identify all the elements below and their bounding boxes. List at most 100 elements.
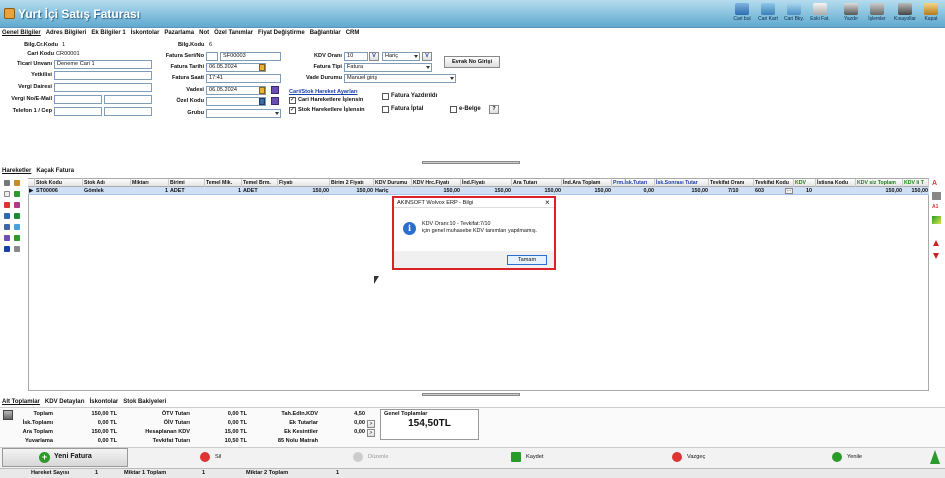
column-header[interactable]: İstisna Kodu: [816, 179, 856, 187]
column-header[interactable]: Prm.İsk.Tutarı: [612, 179, 655, 187]
tab-baglantilar[interactable]: Bağlantılar: [310, 30, 341, 36]
grid-cell[interactable]: 150,00: [330, 187, 374, 195]
transfer-icon[interactable]: [4, 224, 10, 230]
ozel-kodu-list-icon[interactable]: [271, 97, 279, 105]
toolbar-kisayollar-button[interactable]: Kısayollar: [892, 1, 918, 27]
kdv-orani-input[interactable]: 10: [344, 52, 368, 61]
tab-crm[interactable]: CRM: [346, 30, 360, 36]
stock-search-icon[interactable]: [14, 180, 20, 186]
font-size-icon[interactable]: A1: [932, 204, 941, 212]
column-header[interactable]: KDV: [794, 179, 816, 187]
barcode-icon[interactable]: [14, 224, 20, 230]
column-header[interactable]: Miktarı: [131, 179, 169, 187]
tab-alt-toplamlar[interactable]: Alt Toplamlar: [2, 399, 40, 405]
evrak-no-button[interactable]: Evrak No Girişi: [444, 56, 500, 68]
stok-hareket-checkbox[interactable]: ✓: [289, 107, 296, 114]
grid-cell[interactable]: 150,00: [903, 187, 929, 195]
edit-row-icon[interactable]: [14, 202, 20, 208]
yenile-button[interactable]: Yenile: [832, 449, 882, 466]
ek-kesintiler-button[interactable]: >: [367, 429, 375, 437]
tab-bottom-iskontolar[interactable]: İskontolar: [90, 399, 119, 405]
list-icon[interactable]: [14, 246, 20, 252]
fatura-tarihi-input[interactable]: 06.05.2024: [206, 63, 266, 72]
duzenle-button[interactable]: Düzenle: [353, 449, 403, 466]
column-header[interactable]: Tevkifat Kodu: [754, 179, 794, 187]
chart-icon[interactable]: [932, 216, 941, 224]
toolbar-kapat-button[interactable]: Kapat: [918, 1, 944, 27]
arrow-up-icon[interactable]: [930, 450, 940, 464]
column-header[interactable]: KDV Hrc.Fiyatı: [412, 179, 461, 187]
column-header[interactable]: KDV siz Toplam: [856, 179, 903, 187]
calendar-icon[interactable]: [259, 87, 265, 94]
column-header[interactable]: Birim 2 Fiyatı: [330, 179, 374, 187]
email-input[interactable]: [104, 95, 152, 104]
grid-cell[interactable]: 10: [806, 187, 816, 195]
tab-ek-bilgiler-1[interactable]: Ek Bilgiler 1: [91, 30, 125, 36]
serial-icon[interactable]: [4, 235, 10, 241]
kdv-orani-v-button[interactable]: V: [369, 52, 379, 61]
cari-hareket-checkbox[interactable]: ✓: [289, 97, 296, 104]
move-up-icon[interactable]: [933, 240, 939, 246]
move-down-icon[interactable]: [933, 253, 939, 259]
splitter-handle[interactable]: [422, 393, 520, 396]
grid-cell[interactable]: 150,00: [412, 187, 461, 195]
tab-ozel-tanimlar[interactable]: Özel Tanımlar: [214, 30, 253, 36]
column-header[interactable]: İnd.Ara Toplam: [562, 179, 612, 187]
tab-adres-bilgileri[interactable]: Adres Bilgileri: [46, 30, 87, 36]
column-header[interactable]: Fiyatı: [278, 179, 330, 187]
column-header[interactable]: Birimi: [169, 179, 205, 187]
dialog-ok-button[interactable]: Tamam: [507, 255, 547, 265]
merge-icon[interactable]: [4, 246, 10, 252]
splitter-handle[interactable]: [422, 161, 520, 164]
column-header[interactable]: İsk.Sonrası Tutar: [655, 179, 709, 187]
ticari-unvan-input[interactable]: Deneme Cari 1: [54, 60, 152, 69]
ek-tutarlar-button[interactable]: >: [367, 420, 375, 428]
fatura-no-input[interactable]: SF00003: [220, 52, 281, 61]
toolbar-cari-kart-button[interactable]: Cari Kart: [755, 1, 781, 27]
telefon-input[interactable]: [54, 107, 102, 116]
column-header[interactable]: İnd.Fiyatı: [461, 179, 512, 187]
grid-cell[interactable]: 150,00: [461, 187, 512, 195]
toolbar-eski-fat-button[interactable]: Eski Fat.: [807, 1, 833, 27]
settings-icon[interactable]: [4, 180, 10, 186]
filter-icon[interactable]: [14, 235, 20, 241]
vade-calc-icon[interactable]: [271, 86, 279, 94]
grid-cell[interactable]: 1: [205, 187, 242, 195]
grid-cell[interactable]: Gömlek: [84, 187, 131, 195]
add-row-icon[interactable]: [14, 191, 20, 197]
grubu-select[interactable]: [206, 109, 281, 118]
grid-cell[interactable]: 150,00: [856, 187, 903, 195]
fatura-yazdirildi-checkbox[interactable]: [382, 93, 389, 100]
e-belge-checkbox[interactable]: [450, 106, 457, 113]
grid-cell[interactable]: ST00006: [36, 187, 83, 195]
ozel-kodu-input[interactable]: [206, 97, 266, 106]
grid-cell[interactable]: 1: [131, 187, 169, 195]
grid-cell[interactable]: 150,00: [562, 187, 612, 195]
toolbar-yazdir-button[interactable]: Yazdır: [838, 1, 864, 27]
ozel-kodu-lookup-icon[interactable]: [259, 98, 265, 105]
column-header[interactable]: Ara Tutarı: [512, 179, 562, 187]
price-icon[interactable]: [14, 213, 20, 219]
toolbar-cari-bky-button[interactable]: Cari Bky.: [781, 1, 807, 27]
grid-cell[interactable]: Hariç: [375, 187, 412, 195]
grid-cell[interactable]: ADET: [170, 187, 205, 195]
link-icon[interactable]: [932, 192, 941, 200]
fatura-tipi-select[interactable]: Fatura: [344, 63, 432, 72]
grid-cell[interactable]: [817, 187, 855, 195]
vergi-dairesi-input[interactable]: [54, 83, 152, 92]
tab-iskontolar[interactable]: İskontolar: [131, 30, 160, 36]
close-icon[interactable]: ×: [545, 198, 550, 207]
grid-cell[interactable]: 150,00: [512, 187, 562, 195]
grid-cell[interactable]: ADET: [243, 187, 278, 195]
help-button[interactable]: ?: [489, 105, 499, 114]
tab-pazarlama[interactable]: Pazarlama: [164, 30, 194, 36]
kaydet-button[interactable]: Kaydet: [511, 449, 561, 466]
tab-fiyat-degistirme[interactable]: Fiyat Değiştirme: [258, 30, 305, 36]
delete-row-icon[interactable]: [4, 202, 10, 208]
table-row[interactable]: ▶ ST00006 Gömlek 1 ADET 1 ADET 150,00 15…: [28, 187, 929, 195]
kdv-haric-select[interactable]: Hariç: [382, 52, 420, 61]
vade-durumu-select[interactable]: Manuel giriş: [344, 74, 456, 83]
vadesi-input[interactable]: 06.05.2024: [206, 86, 266, 95]
save-icon[interactable]: [4, 213, 10, 219]
column-header[interactable]: Temel Mik.: [205, 179, 242, 187]
